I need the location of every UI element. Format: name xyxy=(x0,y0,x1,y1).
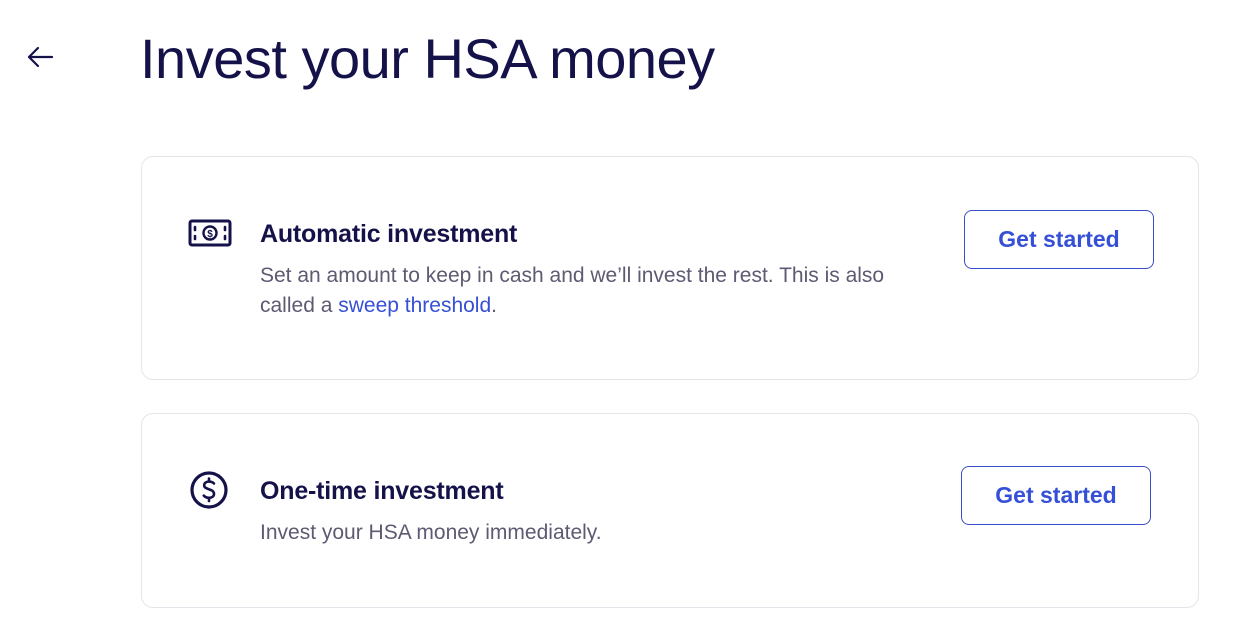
automatic-investment-card: $ Automatic investment Set an amount to … xyxy=(141,156,1199,380)
arrow-left-icon xyxy=(26,46,54,71)
one-time-investment-text: One-time investment Invest your HSA mone… xyxy=(260,474,940,548)
page: Invest your HSA money $ Automatic invest… xyxy=(0,0,1236,632)
one-time-get-started-button[interactable]: Get started xyxy=(961,466,1151,525)
sweep-threshold-link[interactable]: sweep threshold xyxy=(338,294,491,317)
automatic-get-started-button[interactable]: Get started xyxy=(964,210,1154,269)
card-heading: Automatic investment xyxy=(260,220,518,248)
automatic-investment-text: Automatic investment Set an amount to ke… xyxy=(260,217,940,321)
page-title: Invest your HSA money xyxy=(140,27,715,90)
dollar-circle-icon xyxy=(188,469,230,511)
back-button[interactable] xyxy=(20,38,60,78)
card-heading: One-time investment xyxy=(260,477,504,505)
cash-bill-icon: $ xyxy=(188,217,232,249)
one-time-investment-card: One-time investment Invest your HSA mone… xyxy=(141,413,1199,608)
card-description: Set an amount to keep in cash and we’ll … xyxy=(260,261,940,321)
description-period: . xyxy=(491,294,497,317)
card-description: Invest your HSA money immediately. xyxy=(260,521,602,544)
svg-text:$: $ xyxy=(207,229,213,240)
